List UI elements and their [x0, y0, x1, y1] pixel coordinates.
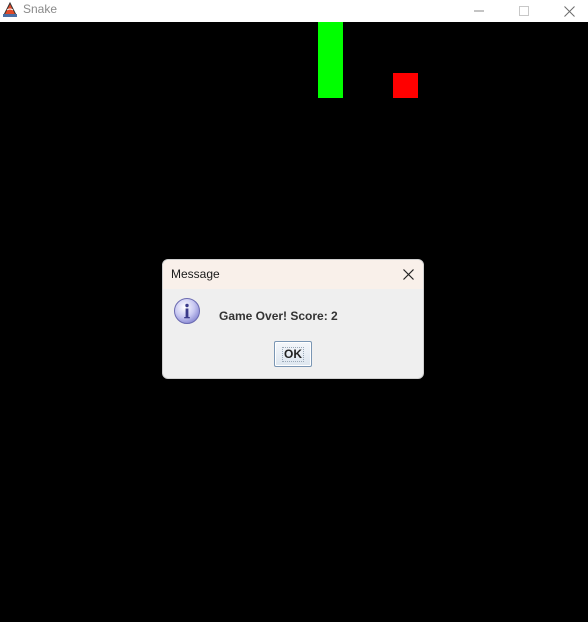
- dialog-title: Message: [171, 267, 220, 281]
- dialog-message: Game Over! Score: 2: [219, 309, 338, 323]
- dialog-titlebar: Message: [163, 260, 423, 289]
- minimize-button[interactable]: [456, 0, 502, 22]
- close-icon: [563, 5, 575, 17]
- snake-body: [318, 22, 343, 98]
- window-titlebar: Snake: [0, 0, 588, 22]
- maximize-icon: [519, 6, 529, 16]
- java-app-icon: [1, 0, 19, 18]
- maximize-button[interactable]: [501, 0, 547, 22]
- info-icon: [173, 297, 201, 325]
- window-title: Snake: [23, 2, 58, 16]
- close-button[interactable]: [546, 0, 588, 22]
- ok-button[interactable]: OK: [274, 341, 312, 367]
- close-icon: [402, 268, 414, 280]
- message-dialog: Message Game Over! Score: 2 OK: [162, 259, 424, 379]
- ok-button-label: OK: [282, 346, 304, 362]
- food-item: [393, 73, 418, 98]
- minimize-icon: [474, 10, 484, 12]
- dialog-close-button[interactable]: [399, 265, 417, 283]
